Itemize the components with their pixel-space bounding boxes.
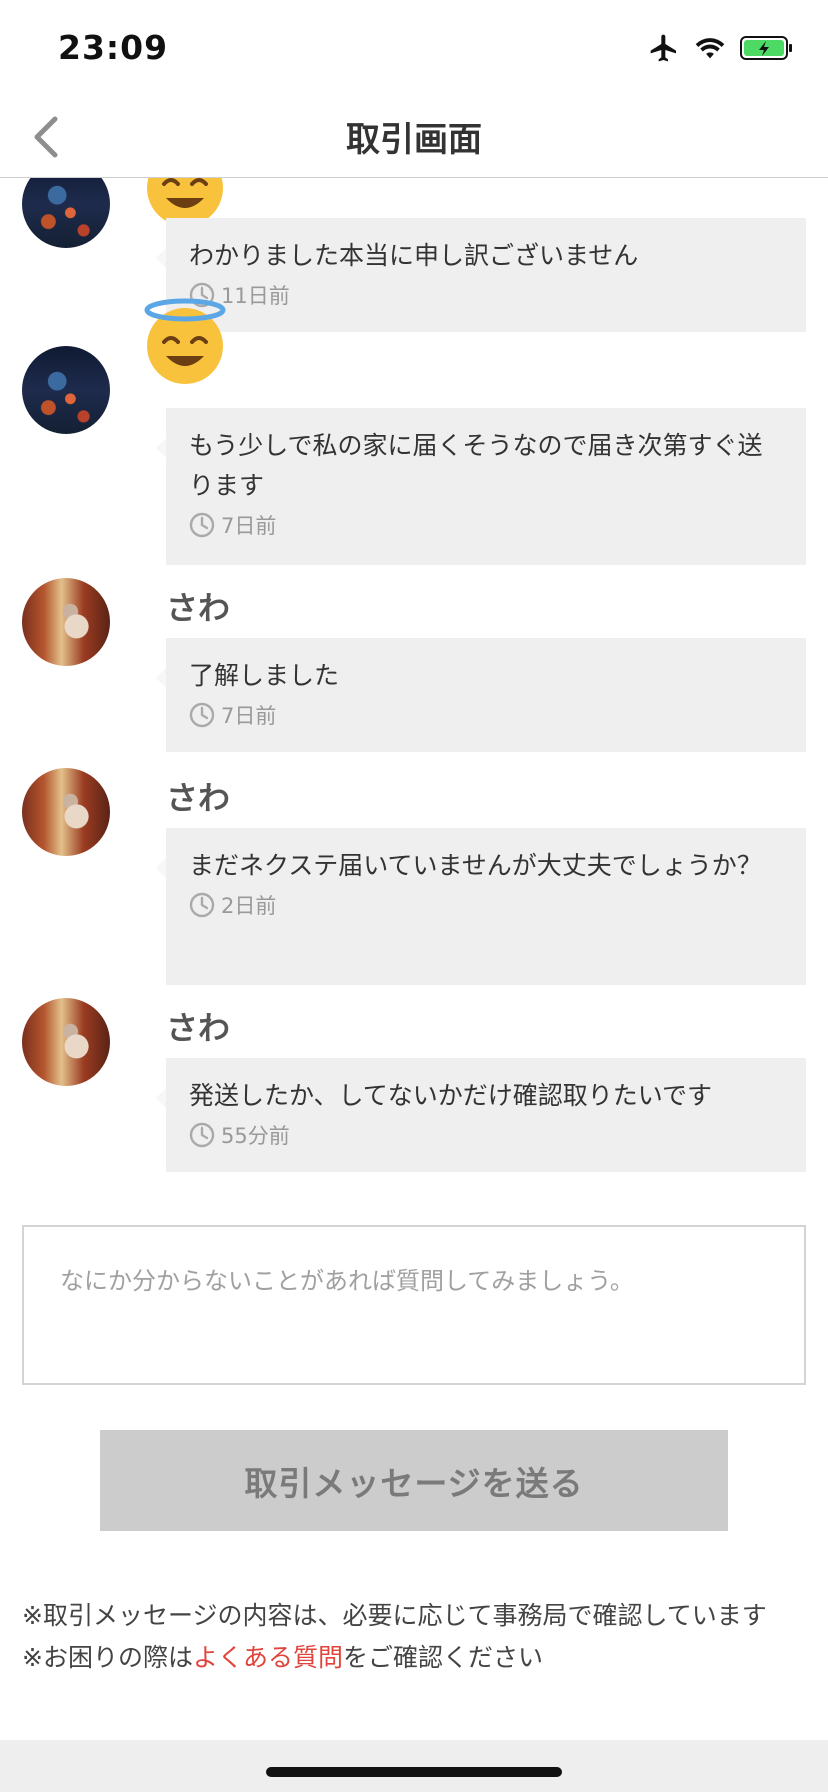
message-bubble: もう少しで私の家に届くそうなので届き次第すぐ送ります 7日前: [156, 408, 806, 565]
clock-icon: [189, 1122, 215, 1148]
message-time-text: 2日前: [221, 894, 277, 918]
note-line-2: ※お困りの際はよくある質問をご確認ください: [22, 1637, 767, 1679]
airplane-icon: [648, 32, 680, 68]
battery-charging-icon: [740, 35, 794, 65]
wifi-icon: [694, 35, 726, 65]
message-time-text: 11日前: [221, 284, 290, 308]
clock-icon: [189, 892, 215, 918]
message-bubble: 了解しました 7日前: [156, 638, 806, 752]
message-time-text: 7日前: [221, 704, 277, 728]
message-text: わかりました本当に申し訳ございません: [189, 241, 639, 270]
send-message-button[interactable]: 取引メッセージを送る: [100, 1430, 728, 1531]
page-title: 取引画面: [346, 120, 482, 160]
message-text: もう少しで私の家に届くそうなので届き次第すぐ送ります: [189, 431, 763, 500]
faq-link[interactable]: よくある質問: [193, 1643, 343, 1672]
status-icons: [648, 32, 794, 68]
notes: ※取引メッセージの内容は、必要に応じて事務局で確認しています ※お困りの際はよく…: [22, 1595, 767, 1679]
message-bubble: 発送したか、してないかだけ確認取りたいです 55分前: [156, 1058, 806, 1172]
note-line-2-prefix: ※お困りの際は: [22, 1643, 193, 1672]
message-text: 発送したか、してないかだけ確認取りたいです: [189, 1081, 713, 1110]
avatar[interactable]: [22, 178, 110, 248]
status-time: 23:09: [58, 28, 169, 67]
message-bubble: わかりました本当に申し訳ございません 11日前: [156, 218, 806, 332]
message-time: 7日前: [189, 700, 782, 730]
message-time: 2日前: [189, 890, 782, 920]
avatar[interactable]: [22, 998, 110, 1086]
message-time: 11日前: [189, 280, 782, 310]
avatar[interactable]: [22, 578, 110, 666]
message-time-text: 55分前: [221, 1124, 290, 1148]
clock-icon: [189, 512, 215, 538]
clock-icon: [189, 702, 215, 728]
avatar[interactable]: [22, 346, 110, 434]
note-line-2-suffix: をご確認ください: [342, 1643, 543, 1672]
message-input-box: [22, 1225, 806, 1385]
nav-bar: 取引画面: [0, 96, 828, 178]
sender-name: さわ: [166, 589, 231, 627]
sender-name: さわ: [166, 1009, 231, 1047]
note-line-1: ※取引メッセージの内容は、必要に応じて事務局で確認しています: [22, 1601, 767, 1630]
message-input[interactable]: [24, 1227, 804, 1383]
home-indicator-area: [0, 1740, 828, 1792]
message-text: まだネクステ届いていませんが大丈夫でしょうか？: [189, 851, 762, 880]
message-time: 7日前: [189, 510, 782, 540]
message-text: 了解しました: [189, 661, 340, 690]
sender-name: さわ: [166, 779, 231, 817]
message-time-text: 7日前: [221, 514, 277, 538]
message-bubble: まだネクステ届いていませんが大丈夫でしょうか？ 2日前: [156, 828, 806, 985]
status-bar: 23:09: [0, 0, 828, 96]
smiling-face-with-halo-icon: [140, 296, 230, 386]
home-indicator[interactable]: [266, 1767, 562, 1777]
message-list[interactable]: わかりました本当に申し訳ございません 11日前 もう少しで私の家に届くそうなので…: [0, 178, 828, 1178]
avatar[interactable]: [22, 768, 110, 856]
message-time: 55分前: [189, 1120, 782, 1150]
